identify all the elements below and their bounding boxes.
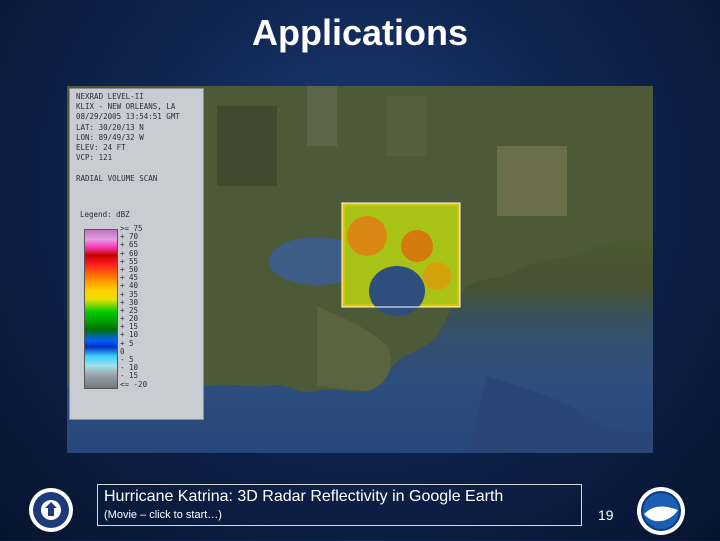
slide-title: Applications: [251, 12, 469, 53]
caption-box[interactable]: Hurricane Katrina: 3D Radar Reflectivity…: [97, 484, 582, 526]
radar-line-lon: LON: 89/49/32 W: [76, 132, 144, 142]
radar-line-vcp: VCP: 121: [76, 153, 113, 163]
radar-line-datetime: 08/29/2005 13:54:51 GMT: [76, 112, 180, 122]
doc-seal-icon: [28, 487, 74, 533]
page-number: 19: [598, 507, 614, 523]
dbz-color-scale: [84, 229, 118, 389]
radar-line-lat: LAT: 30/20/13 N: [76, 122, 144, 132]
radar-line-scan: RADIAL VOLUME SCAN: [76, 173, 158, 183]
movie-link[interactable]: (Movie – click to start…): [104, 509, 222, 521]
radar-metadata: NEXRAD LEVEL-II KLIX - NEW ORLEANS, LA 0…: [76, 92, 180, 184]
radar-line-product: NEXRAD LEVEL-II: [76, 92, 144, 101]
radar-line-station: KLIX - NEW ORLEANS, LA: [76, 102, 176, 112]
radar-info-panel: NEXRAD LEVEL-II KLIX - NEW ORLEANS, LA 0…: [69, 88, 204, 420]
legend-title: Legend: dBZ: [80, 210, 130, 219]
legend-labels: >= 75 + 70 + 65 + 60 + 55 + 50 + 45 + 40…: [120, 224, 148, 389]
radar-line-elev: ELEV: 24 FT: [76, 143, 126, 153]
noaa-logo-icon: [636, 486, 686, 536]
caption-title: Hurricane Katrina: 3D Radar Reflectivity…: [104, 488, 504, 505]
legend-label: <= -20: [120, 379, 148, 389]
